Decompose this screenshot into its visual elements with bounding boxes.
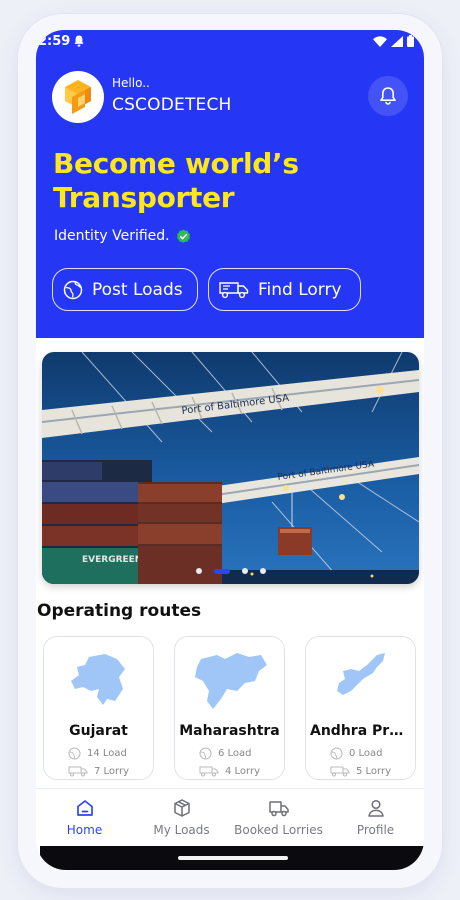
route-card-gujarat[interactable]: Gujarat 14 Load 7 Lorry xyxy=(43,636,154,780)
gujarat-map-icon xyxy=(44,651,153,711)
port-cranes-image: Port of Baltimore USA Port of Baltimore … xyxy=(42,352,419,584)
home-gesture-handle[interactable] xyxy=(178,856,288,860)
wifi-icon xyxy=(373,35,387,47)
status-icons xyxy=(373,35,414,47)
load-globe-icon xyxy=(199,747,212,760)
promo-carousel[interactable]: Port of Baltimore USA Port of Baltimore … xyxy=(42,352,419,584)
route-lorries: 7 Lorry xyxy=(68,766,129,777)
person-icon xyxy=(367,799,384,817)
route-card-maharashtra[interactable]: Maharashtra 6 Load 4 Lorry xyxy=(174,636,285,780)
route-lorries-text: 7 Lorry xyxy=(94,766,130,777)
nav-my-loads[interactable]: My Loads xyxy=(133,789,230,849)
bell-icon xyxy=(380,87,396,105)
carousel-dots xyxy=(42,568,419,574)
home-icon xyxy=(76,800,93,816)
hero-header: 2:59 Hello.. CSCODETECH Become world’s T… xyxy=(36,30,424,338)
route-loads-text: 14 Load xyxy=(87,748,127,759)
system-gesture-bar xyxy=(40,846,424,870)
lorry-small-icon xyxy=(68,766,88,777)
route-name: Gujarat xyxy=(69,723,128,739)
status-time: 2:59 xyxy=(38,34,71,49)
nav-profile-label: Profile xyxy=(356,823,395,837)
route-lorries-text: 5 Lorry xyxy=(356,766,392,777)
app-screen: 2:59 Hello.. CSCODETECH Become world’s T… xyxy=(36,30,424,870)
route-loads: 6 Load xyxy=(199,747,252,760)
post-loads-button[interactable]: Post Loads xyxy=(52,268,198,311)
nav-profile[interactable]: Profile xyxy=(327,789,424,849)
user-name: CSCODETECH xyxy=(112,95,232,115)
routes-title: Operating routes xyxy=(37,601,202,621)
carousel-dot[interactable] xyxy=(241,568,248,574)
lorry-icon xyxy=(219,281,249,298)
route-name: Maharashtra xyxy=(179,723,280,739)
route-lorries: 4 Lorry xyxy=(199,766,260,777)
globe-icon xyxy=(63,280,83,299)
route-card-andhra-pradesh[interactable]: Andhra Pradesh 0 Load 5 Lorry xyxy=(305,636,416,780)
app-logo-icon xyxy=(65,80,91,114)
notifications-button[interactable] xyxy=(368,76,408,116)
lorry-small-icon xyxy=(330,766,350,777)
route-lorries-text: 4 Lorry xyxy=(225,766,261,777)
post-loads-label: Post Loads xyxy=(92,279,183,300)
identity-status: Identity Verified. xyxy=(54,228,191,244)
bottom-navigation: Home My Loads Booked Lorries Profile xyxy=(36,788,424,848)
notification-bell-status-icon xyxy=(74,35,84,47)
find-lorry-button[interactable]: Find Lorry xyxy=(208,268,361,311)
container-text: EVERGREEN xyxy=(82,555,142,565)
nav-home[interactable]: Home xyxy=(36,789,133,849)
andhra-pradesh-map-icon xyxy=(306,651,415,711)
nav-booked-lorries[interactable]: Booked Lorries xyxy=(230,789,327,849)
signal-icon xyxy=(391,35,403,47)
battery-icon xyxy=(407,35,414,47)
nav-my-loads-label: My Loads xyxy=(153,823,210,837)
carousel-dot[interactable] xyxy=(259,568,266,574)
carousel-dot[interactable] xyxy=(213,568,230,574)
route-loads-text: 6 Load xyxy=(218,748,252,759)
avatar[interactable] xyxy=(52,71,104,123)
maharashtra-map-icon xyxy=(175,651,284,711)
truck-icon xyxy=(268,801,289,817)
load-globe-icon xyxy=(330,747,343,760)
carousel-dot[interactable] xyxy=(195,568,202,574)
lorry-small-icon xyxy=(199,766,219,777)
load-globe-icon xyxy=(68,747,81,760)
find-lorry-label: Find Lorry xyxy=(258,279,342,300)
route-loads: 0 Load xyxy=(330,747,383,760)
route-name: Andhra Pradesh xyxy=(310,723,411,739)
hero-headline: Become world’s Transporter xyxy=(53,147,299,214)
route-lorries: 5 Lorry xyxy=(330,766,391,777)
nav-booked-lorries-label: Booked Lorries xyxy=(234,823,323,837)
route-loads: 14 Load xyxy=(68,747,127,760)
verified-text: Identity Verified. xyxy=(54,228,170,244)
greeting-text: Hello.. xyxy=(112,76,150,90)
route-loads-text: 0 Load xyxy=(349,748,383,759)
nav-home-label: Home xyxy=(66,823,103,837)
status-bar: 2:59 xyxy=(36,30,424,56)
box-icon xyxy=(173,799,190,817)
verified-badge-icon xyxy=(176,229,190,243)
